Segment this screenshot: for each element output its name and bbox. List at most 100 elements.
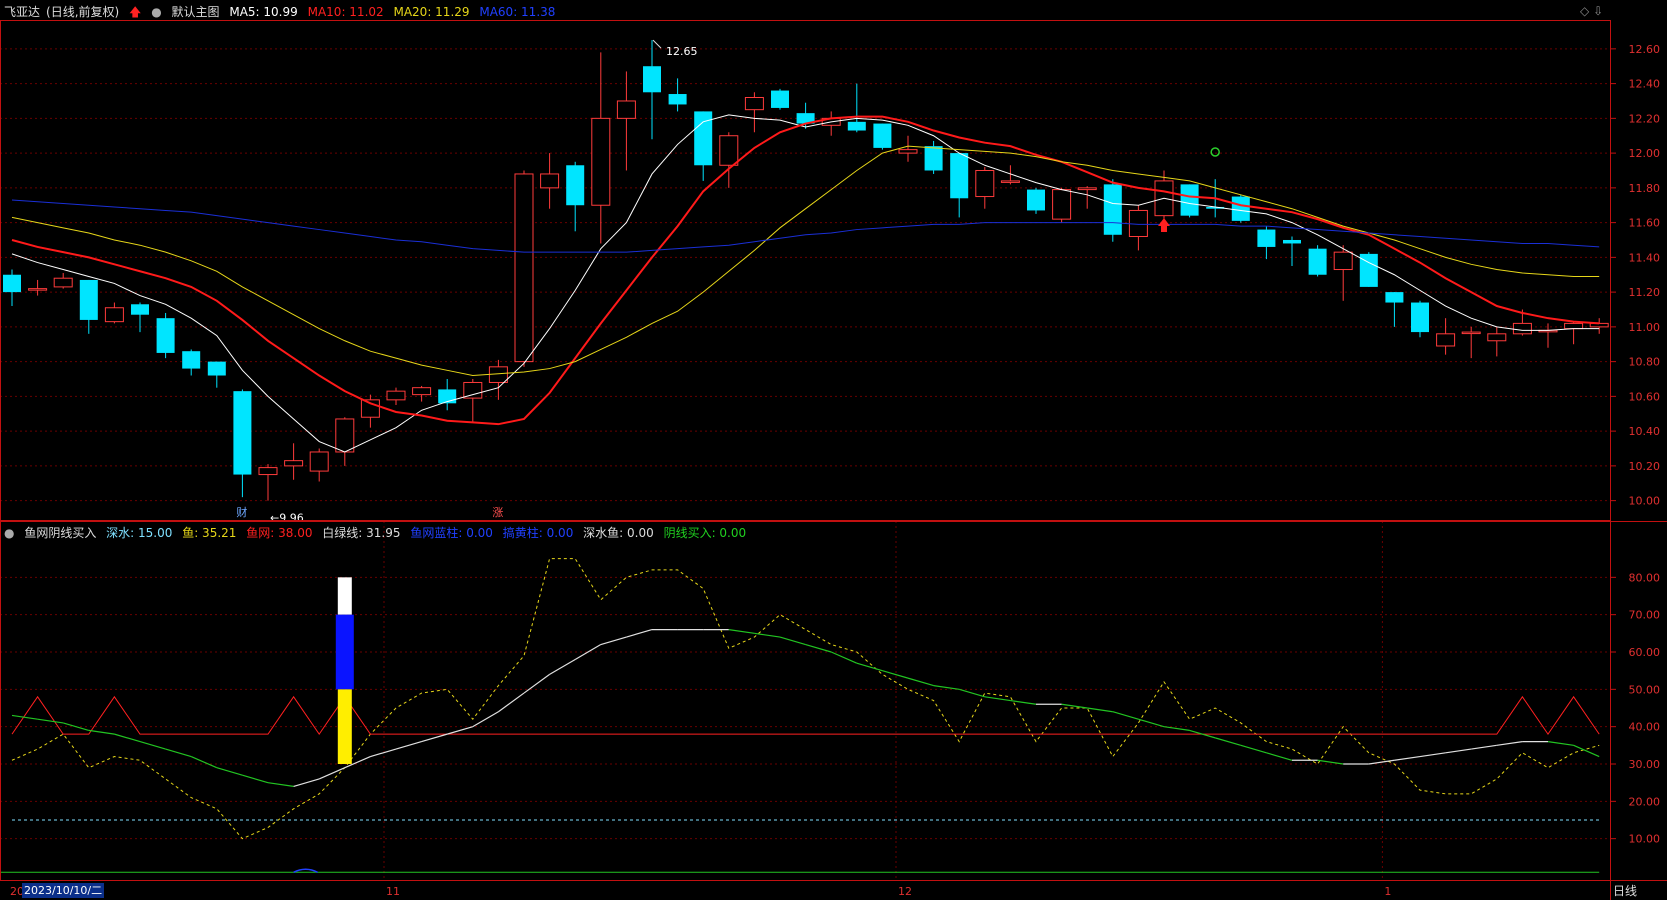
high-pointer: [652, 39, 662, 49]
buy-arrow-icon: [1158, 218, 1170, 232]
yu-value: 鱼: 35.21: [182, 526, 237, 540]
baixian-segment: [1317, 759, 1344, 765]
candle-body: [104, 307, 124, 323]
candle-body: [386, 390, 406, 401]
panel-buttons: ◇ ⇩: [1580, 4, 1603, 18]
marker-zhang: 涨: [492, 506, 503, 519]
baixian-segment: [1573, 744, 1600, 758]
candle-body: [412, 387, 432, 396]
period-label[interactable]: 日线: [1613, 882, 1637, 899]
baixian-segment: [114, 733, 141, 743]
baixian-segment: [267, 782, 294, 787]
candle-body: [1027, 189, 1045, 211]
baixian-segment: [1240, 744, 1267, 754]
yu-line: [11, 558, 1600, 840]
candle-body: [1385, 292, 1404, 303]
baixian-segment: [600, 636, 627, 646]
candle-body: [1487, 333, 1507, 342]
settings-circle-icon[interactable]: ●: [4, 526, 14, 540]
price-tick-label: 10.80: [1629, 356, 1661, 369]
huangzhu-value: 搞黄柱: 0.00: [502, 526, 574, 540]
indicator-name[interactable]: 鱼网阴线买入: [24, 526, 96, 540]
candle-body: [668, 94, 687, 105]
baixian-segment: [395, 741, 422, 750]
indicator-tick-label: 50.00: [1629, 683, 1661, 696]
marker-cai: 财: [236, 505, 247, 519]
yuwang-lan-value: 鱼网蓝柱: 0.00: [410, 526, 493, 540]
baixian-segment: [754, 632, 781, 638]
candle-body: [1564, 322, 1584, 330]
candle-body: [335, 418, 355, 453]
candle-body: [744, 97, 764, 111]
shenshuiyu-value: 深水鱼: 0.00: [583, 526, 654, 540]
adjust-mode[interactable]: (日线,前复权): [46, 5, 119, 19]
baixian-segment: [447, 726, 473, 735]
indicator-tick-label: 40.00: [1629, 721, 1661, 734]
candle-body: [1283, 239, 1301, 244]
main-price-panel[interactable]: 12.65←9.96财涨: [3, 39, 1609, 525]
stock-chart[interactable]: 12.65←9.96财涨 10.0010.2010.4010.6010.8011…: [0, 0, 1667, 900]
candle-body: [1000, 180, 1020, 183]
price-tick-label: 10.20: [1629, 460, 1661, 473]
baixian-segment: [779, 636, 806, 646]
candle-body: [924, 146, 943, 171]
signal-circle-icon: [1210, 147, 1220, 157]
baixian-segment: [1471, 744, 1497, 750]
month-label: 12: [898, 885, 912, 898]
ma20-value: MA20: 11.29: [393, 5, 470, 19]
candle-body: [616, 100, 636, 119]
price-tick-label: 11.00: [1629, 321, 1661, 334]
signal-bar-yellow: [337, 689, 352, 764]
candle-body: [1103, 184, 1122, 235]
baixian-segment: [549, 658, 576, 675]
price-tick-label: 10.40: [1629, 425, 1661, 438]
baixian-segment: [626, 629, 653, 638]
month-label: 11: [386, 885, 400, 898]
baixian-segment: [830, 651, 858, 664]
baixian-segment: [1445, 748, 1472, 754]
baixian-segment: [856, 662, 883, 672]
ma5-value: MA5: 10.99: [229, 5, 298, 19]
ma-line-ma60: [11, 199, 1600, 253]
price-tick-label: 10.00: [1629, 495, 1661, 508]
indicator-tick-label: 80.00: [1629, 571, 1661, 584]
price-tick-label: 11.80: [1629, 182, 1661, 195]
diamond-icon[interactable]: ◇: [1580, 4, 1589, 18]
baixian-segment: [190, 755, 218, 769]
baixian-segment: [984, 696, 1011, 702]
baixian-segment: [1112, 711, 1139, 720]
indicator-panel[interactable]: [0, 558, 1600, 873]
up-arrow-icon[interactable]: 🡅: [129, 5, 141, 19]
candle-body: [719, 135, 739, 166]
indicator-header: ● 鱼网阴线买入 深水: 15.00 鱼: 35.21 鱼网: 38.00 白绿…: [4, 523, 752, 543]
candle-body: [182, 351, 201, 369]
baixian-segment: [293, 778, 320, 787]
settings-circle-icon[interactable]: ●: [151, 5, 161, 19]
indicator-panel-frame: [0, 521, 1611, 881]
candle-body: [258, 467, 278, 476]
month-label: 1: [1384, 885, 1391, 898]
baixian-segment: [882, 670, 909, 679]
expand-icon[interactable]: ⇩: [1593, 4, 1603, 18]
candle-body: [1077, 187, 1097, 191]
candle-body: [898, 149, 918, 154]
candle-body: [694, 111, 713, 166]
price-tick-label: 11.60: [1629, 217, 1661, 230]
baixian-segment: [63, 722, 89, 731]
baixian-segment: [1215, 737, 1241, 746]
price-tick-label: 11.40: [1629, 251, 1661, 264]
ma10-value: MA10: 11.02: [307, 5, 384, 19]
candle-body: [1461, 331, 1481, 335]
candle-body: [1436, 333, 1456, 347]
price-tick-label: 12.60: [1629, 43, 1661, 56]
yuwang-line: [11, 695, 1600, 736]
baixian-segment: [242, 774, 269, 784]
baixian-segment: [1547, 741, 1574, 746]
main-chart-label[interactable]: 默认主图: [172, 5, 220, 19]
price-tick-label: 12.40: [1629, 78, 1661, 91]
yinxian-value: 阴线买入: 0.00: [663, 526, 747, 540]
candle-body: [591, 117, 611, 206]
stock-name[interactable]: 飞亚达: [4, 5, 40, 19]
high-price-label: 12.65: [666, 45, 698, 58]
candle-body: [1411, 302, 1429, 333]
